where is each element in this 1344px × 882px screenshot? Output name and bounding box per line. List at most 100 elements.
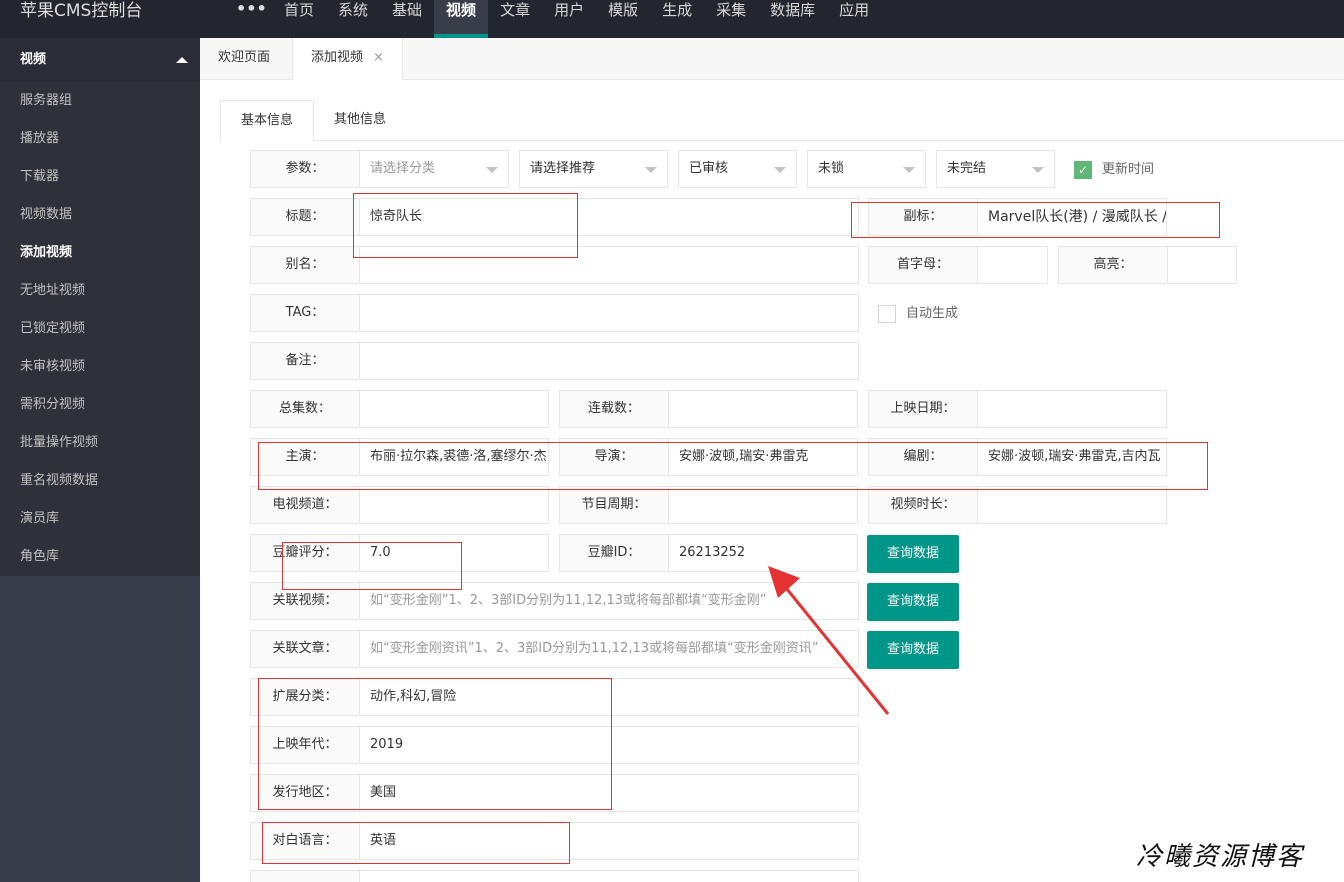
tab-other-info[interactable]: 其他信息 [314, 100, 406, 141]
annotation-arrow-icon [768, 566, 890, 715]
nav-template[interactable]: 模版 [596, 0, 650, 38]
sidebar-item-downloader[interactable]: 下载器 [0, 158, 200, 196]
params-label: 参数： [250, 150, 360, 188]
tag-label: TAG： [250, 294, 360, 332]
nav-apps[interactable]: 应用 [827, 0, 881, 38]
douban-id-label: 豆瓣ID： [559, 534, 669, 572]
serial-input[interactable] [668, 390, 858, 428]
tab-add-video[interactable]: 添加视频 × [292, 38, 403, 81]
duration-label: 视频时长： [868, 486, 978, 524]
sidebar-item-role-library[interactable]: 角色库 [0, 538, 200, 576]
update-time-label: 更新时间 [1102, 162, 1155, 177]
title-label: 标题： [250, 198, 360, 236]
sidebar-item-player[interactable]: 播放器 [0, 120, 200, 158]
language-label: 对白语言： [250, 822, 360, 860]
app-title: 苹果CMS控制台 [20, 1, 143, 21]
sidebar-item-points-video[interactable]: 需积分视频 [0, 386, 200, 424]
auto-generate-checkbox[interactable] [878, 305, 896, 323]
sidebar-header-video[interactable]: 视频 [0, 38, 200, 82]
subtitle-input[interactable]: Marvel队长(港) / 漫威队长 / [977, 198, 1167, 236]
nav-database[interactable]: 数据库 [758, 0, 827, 38]
tab-add-video-label: 添加视频 [311, 50, 364, 65]
nav-generate[interactable]: 生成 [650, 0, 704, 38]
nav-user[interactable]: 用户 [542, 0, 596, 38]
release-date-input[interactable] [977, 390, 1167, 428]
more-icon[interactable]: ••• [236, 0, 267, 22]
nav-home[interactable]: 首页 [272, 0, 326, 38]
initial-input[interactable] [977, 246, 1048, 284]
chevron-up-icon [176, 57, 188, 63]
sidebar-item-add-video[interactable]: 添加视频 [0, 234, 200, 272]
category-select-value: 请选择分类 [370, 161, 436, 176]
area-input[interactable]: 美国 [359, 774, 859, 812]
page-tabs: 欢迎页面 添加视频 × [200, 38, 1344, 81]
status-select[interactable]: 已审核 [678, 150, 797, 188]
close-icon[interactable]: × [373, 50, 384, 65]
area-label: 发行地区： [250, 774, 360, 812]
chevron-down-icon [486, 167, 498, 173]
update-time-checkbox[interactable]: ✓ [1074, 161, 1092, 179]
highlight-input[interactable] [1167, 246, 1237, 284]
sidebar-item-locked-video[interactable]: 已锁定视频 [0, 310, 200, 348]
language-input[interactable]: 英语 [359, 822, 859, 860]
director-label: 导演： [559, 438, 669, 476]
remark-label: 备注： [250, 342, 360, 380]
tab-basic-info[interactable]: 基本信息 [220, 100, 315, 142]
year-label: 上映年代： [250, 726, 360, 764]
next-field-input[interactable] [359, 870, 859, 882]
release-date-label: 上映日期： [868, 390, 978, 428]
sidebar-item-batch-video[interactable]: 批量操作视频 [0, 424, 200, 462]
sidebar-item-video-data[interactable]: 视频数据 [0, 196, 200, 234]
sidebar-list: 服务器组 播放器 下载器 视频数据 添加视频 无地址视频 已锁定视频 未审核视频… [0, 82, 200, 576]
duration-input[interactable] [977, 486, 1167, 524]
alias-label: 别名： [250, 246, 360, 284]
total-episodes-input[interactable] [359, 390, 549, 428]
sidebar-item-server-group[interactable]: 服务器组 [0, 82, 200, 120]
top-bar: 苹果CMS控制台 ••• 首页 系统 基础 视频 文章 用户 模版 生成 采集 … [0, 0, 1344, 38]
writer-input[interactable]: 安娜·波顿,瑞安·弗雷克,吉内瓦 [977, 438, 1167, 476]
category-select[interactable]: 请选择分类 [359, 150, 509, 188]
nav-article[interactable]: 文章 [488, 0, 542, 38]
finish-select-value: 未完结 [947, 161, 987, 176]
remark-input[interactable] [359, 342, 859, 380]
sidebar-item-actor-library[interactable]: 演员库 [0, 500, 200, 538]
alias-input[interactable] [359, 246, 859, 284]
status-select-value: 已审核 [689, 161, 729, 176]
watermark: 冷曦资源博客 [1136, 842, 1305, 872]
actor-input[interactable]: 布丽·拉尔森,裘德·洛,塞缪尔·杰 [359, 438, 549, 476]
recommend-select-value: 请选择推荐 [530, 161, 596, 176]
sidebar-item-no-url-video[interactable]: 无地址视频 [0, 272, 200, 310]
nav-basic[interactable]: 基础 [380, 0, 434, 38]
extra-class-label: 扩展分类： [250, 678, 360, 716]
douban-score-label: 豆瓣评分： [250, 534, 360, 572]
sidebar-item-duplicate-video[interactable]: 重名视频数据 [0, 462, 200, 500]
total-episodes-label: 总集数： [250, 390, 360, 428]
main-content: 基本信息 其他信息 参数： 请选择分类 请选择推荐 已审核 未锁 未完结 ✓ 更… [200, 80, 1344, 882]
period-input[interactable] [668, 486, 858, 524]
period-label: 节目周期： [559, 486, 669, 524]
actor-label: 主演： [250, 438, 360, 476]
finish-select[interactable]: 未完结 [936, 150, 1055, 188]
nav-system[interactable]: 系统 [326, 0, 380, 38]
nav-video[interactable]: 视频 [434, 0, 489, 38]
title-input[interactable]: 惊奇队长 [359, 198, 859, 236]
top-nav: 首页 系统 基础 视频 文章 用户 模版 生成 采集 数据库 应用 [272, 0, 881, 38]
writer-label: 编剧： [868, 438, 978, 476]
lock-select[interactable]: 未锁 [807, 150, 926, 188]
sidebar-header-label: 视频 [20, 52, 47, 67]
year-input[interactable]: 2019 [359, 726, 859, 764]
douban-score-input[interactable]: 7.0 [359, 534, 549, 572]
tab-welcome-label: 欢迎页面 [218, 50, 271, 65]
serial-label: 连载数： [559, 390, 669, 428]
tab-welcome[interactable]: 欢迎页面 [200, 38, 288, 80]
nav-collect[interactable]: 采集 [704, 0, 758, 38]
sidebar-item-unreviewed-video[interactable]: 未审核视频 [0, 348, 200, 386]
director-input[interactable]: 安娜·波顿,瑞安·弗雷克 [668, 438, 858, 476]
related-video-label: 关联视频： [250, 582, 360, 620]
recommend-select[interactable]: 请选择推荐 [519, 150, 668, 188]
tag-input[interactable] [359, 294, 859, 332]
tv-channel-input[interactable] [359, 486, 549, 524]
auto-generate-label: 自动生成 [906, 306, 959, 321]
tv-channel-label: 电视频道： [250, 486, 360, 524]
chevron-down-icon [774, 167, 786, 173]
